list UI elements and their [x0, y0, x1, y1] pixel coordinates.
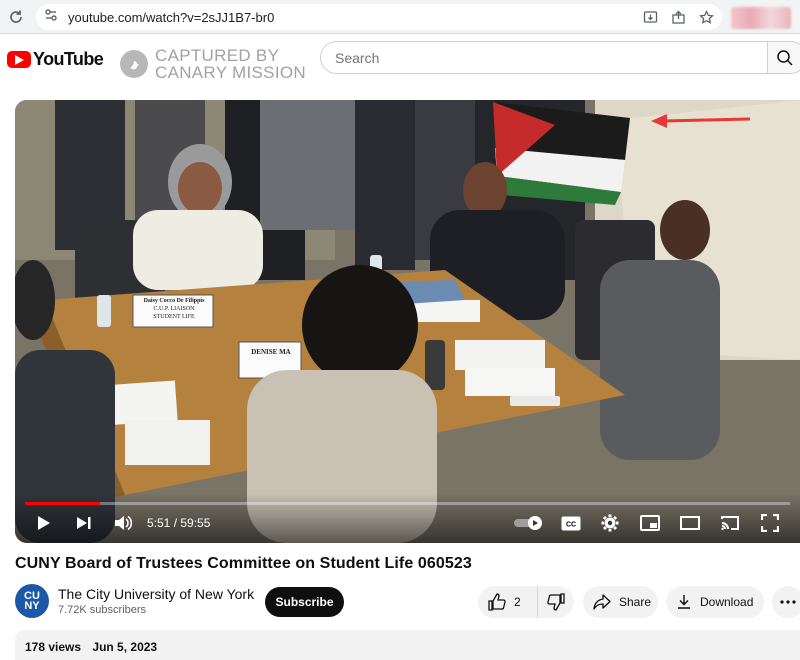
reload-icon[interactable] [6, 7, 26, 27]
miniplayer-button[interactable] [639, 512, 661, 534]
progress-bar[interactable] [25, 502, 790, 505]
thumbs-up-icon [488, 593, 506, 611]
youtube-wordmark: YouTube [33, 49, 104, 69]
download-icon [678, 595, 690, 609]
share-arrow-icon [593, 594, 611, 610]
search-box[interactable] [320, 41, 768, 74]
canary-bird-icon [120, 50, 148, 78]
name-tent-line-2: C.U.P. LIAISON [153, 306, 195, 312]
closed-captions-icon: CC [561, 516, 581, 530]
install-app-icon[interactable] [642, 9, 658, 25]
youtube-play-icon [7, 51, 31, 68]
theater-mode-icon [680, 516, 700, 530]
name-tent-line-3: STUDENT LIFE [153, 314, 195, 320]
miniplayer-icon [640, 515, 660, 531]
bookmark-star-icon[interactable] [698, 9, 714, 25]
name-tent-denise: DENISE MA [241, 348, 301, 356]
play-icon [38, 516, 50, 530]
more-horizontal-icon [780, 600, 796, 604]
progress-fill [25, 502, 100, 505]
channel-avatar[interactable]: CU NY [15, 584, 49, 618]
subscriber-count: 7.72K subscribers [58, 604, 147, 616]
like-dislike-group: 2 [478, 586, 574, 618]
cast-button[interactable] [719, 512, 741, 534]
name-tent-line-1: Daisy Cocco De Filippis [143, 298, 205, 304]
name-tent-daisy: Daisy Cocco De Filippis C.U.P. LIAISON S… [135, 297, 213, 321]
like-count: 2 [514, 595, 521, 609]
more-actions-button[interactable] [772, 586, 800, 618]
subscribe-button[interactable]: Subscribe [265, 587, 344, 617]
video-title: CUNY Board of Trustees Committee on Stud… [15, 555, 472, 572]
svg-text:CC: CC [566, 521, 576, 528]
like-button[interactable]: 2 [478, 586, 538, 618]
download-button[interactable]: Download [666, 586, 764, 618]
volume-button[interactable] [112, 512, 134, 534]
address-bar[interactable]: youtube.com/watch?v=2sJJ1B7-br0 [36, 4, 722, 30]
canary-mission-watermark: CAPTURED BY CANARY MISSION [120, 47, 306, 81]
fullscreen-icon [761, 514, 779, 532]
skip-next-icon [77, 517, 91, 529]
watermark-line-2: CANARY MISSION [155, 63, 306, 82]
captions-button[interactable]: CC [560, 512, 582, 534]
autoplay-icon [514, 516, 542, 530]
dislike-button[interactable] [538, 586, 574, 618]
share-page-icon[interactable] [670, 9, 686, 25]
share-label: Share [619, 595, 652, 609]
channel-name[interactable]: The City University of New York [58, 586, 254, 602]
volume-icon [115, 515, 132, 531]
channel-avatar-text: CU NY [24, 590, 40, 612]
share-button[interactable]: Share [583, 586, 658, 618]
settings-button[interactable] [599, 512, 621, 534]
video-player[interactable]: Daisy Cocco De Filippis C.U.P. LIAISON S… [15, 100, 800, 543]
search-icon [777, 49, 793, 66]
video-frame [15, 100, 800, 543]
gear-icon [601, 514, 619, 532]
thumbs-down-icon [547, 593, 565, 611]
description-box[interactable]: 178 views Jun 5, 2023 [15, 630, 800, 660]
watermark-line-1: CAPTURED BY [155, 46, 280, 65]
next-button[interactable] [73, 512, 95, 534]
url-text[interactable]: youtube.com/watch?v=2sJJ1B7-br0 [68, 10, 274, 25]
autoplay-toggle[interactable] [513, 512, 545, 534]
search-input[interactable] [335, 49, 767, 66]
cast-icon [721, 516, 739, 531]
time-display: 5:51 / 59:55 [147, 516, 211, 530]
youtube-header: YouTube CAPTURED BY CANARY MISSION [0, 34, 800, 90]
browser-toolbar: youtube.com/watch?v=2sJJ1B7-br0 [0, 0, 800, 34]
profile-avatar[interactable] [731, 7, 791, 29]
site-info-icon[interactable] [44, 8, 58, 27]
name-tent-2-line-1: DENISE MA [251, 348, 291, 356]
download-label: Download [700, 595, 754, 609]
fullscreen-button[interactable] [759, 512, 781, 534]
upload-date: Jun 5, 2023 [92, 640, 158, 654]
view-count: 178 views [25, 640, 82, 654]
youtube-logo[interactable]: YouTube [7, 49, 104, 70]
theater-mode-button[interactable] [679, 512, 701, 534]
search-button[interactable] [767, 41, 800, 74]
play-button[interactable] [33, 512, 55, 534]
